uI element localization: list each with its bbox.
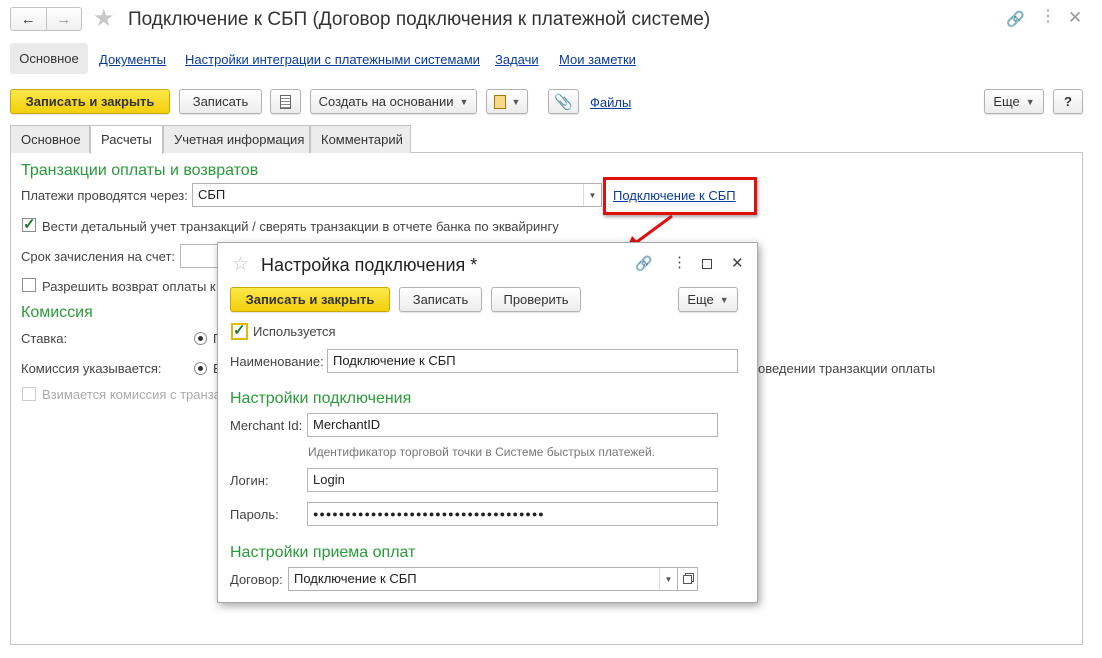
- detailed-accounting-checkbox[interactable]: ✓: [22, 216, 36, 233]
- nav-tab-main[interactable]: Основное: [10, 43, 88, 74]
- detailed-accounting-label: Вести детальный учет транзакций / сверят…: [42, 219, 559, 234]
- dropdown-icon: ▼: [719, 294, 729, 305]
- password-label: Пароль:: [230, 507, 279, 522]
- open-icon[interactable]: [678, 567, 698, 591]
- save-button[interactable]: Записать: [179, 89, 262, 114]
- used-checkbox[interactable]: ✓: [231, 322, 248, 340]
- star-icon[interactable]: ☆: [232, 253, 249, 276]
- tab-accounting[interactable]: Учетная информация: [163, 125, 310, 153]
- kebab-icon[interactable]: ⋮: [672, 255, 687, 270]
- login-field[interactable]: Login: [307, 468, 718, 492]
- contract-field[interactable]: Подключение к СБП ▼: [288, 567, 678, 591]
- credit-term-label: Срок зачисления на счет:: [21, 249, 176, 264]
- dialog-more-label: Еще: [687, 292, 714, 307]
- more-label: Еще: [993, 94, 1020, 109]
- merchant-field[interactable]: MerchantID: [307, 413, 718, 437]
- close-icon[interactable]: ✕: [1068, 8, 1082, 28]
- nav-tab-tasks[interactable]: Задачи: [495, 52, 539, 67]
- rate-radio[interactable]: [194, 332, 207, 345]
- create-based-label: Создать на основании: [318, 94, 454, 109]
- back-forward-group: ← →: [10, 7, 82, 31]
- contract-value: Подключение к СБП: [294, 571, 417, 586]
- merchant-hint: Идентификатор торговой точки в Системе б…: [308, 445, 655, 459]
- dropdown-icon: ▼: [459, 96, 469, 107]
- tab-calculations[interactable]: Расчеты: [90, 125, 163, 154]
- copy-glyph: [493, 94, 506, 109]
- nav-tab-documents[interactable]: Документы: [99, 52, 166, 67]
- connection-dialog: ☆ Настройка подключения * 🔗 ⋮ ✕ Записать…: [217, 242, 758, 603]
- payments-via-field[interactable]: СБП ▼: [192, 183, 602, 207]
- payments-via-value: СБП: [198, 187, 226, 202]
- files-link[interactable]: Файлы: [590, 95, 631, 110]
- allow-refund-label: Разрешить возврат оплаты к: [42, 279, 216, 294]
- report-icon[interactable]: [270, 89, 301, 114]
- help-button[interactable]: ?: [1053, 89, 1083, 114]
- name-label: Наименование:: [230, 354, 324, 369]
- dialog-save-button[interactable]: Записать: [399, 287, 482, 312]
- dropdown-icon[interactable]: ▼: [583, 184, 601, 206]
- save-close-button[interactable]: Записать и закрыть: [10, 89, 170, 114]
- section-commission: Комиссия: [21, 304, 93, 321]
- copy-icon[interactable]: ▼: [486, 89, 528, 114]
- kebab-icon[interactable]: ⋮: [1040, 9, 1056, 25]
- link-icon[interactable]: 🔗: [635, 255, 652, 272]
- nav-tab-main-label: Основное: [19, 51, 79, 66]
- dropdown-icon: ▼: [511, 96, 521, 107]
- used-label: Используется: [253, 324, 336, 339]
- section-connection: Настройки подключения: [230, 390, 412, 407]
- commission-shown-radio[interactable]: [194, 362, 207, 375]
- dialog-more-button[interactable]: Еще ▼: [678, 287, 738, 312]
- close-icon[interactable]: ✕: [731, 254, 744, 272]
- check-icon: ✓: [23, 216, 36, 233]
- nav-tab-integration[interactable]: Настройки интеграции с платежными систем…: [185, 52, 480, 67]
- allow-refund-checkbox[interactable]: [22, 278, 36, 292]
- commission-tail: оведении транзакции оплаты: [758, 361, 936, 376]
- contract-label: Договор:: [230, 572, 283, 587]
- commission-charged-checkbox[interactable]: [22, 387, 36, 401]
- login-label: Логин:: [230, 473, 269, 488]
- check-icon: ✓: [233, 322, 246, 339]
- paperclip-icon[interactable]: 📎: [548, 89, 579, 114]
- dropdown-icon: ▼: [1025, 96, 1035, 107]
- nav-tab-notes[interactable]: Мои заметки: [559, 52, 636, 67]
- open-glyph: [683, 574, 692, 584]
- name-field[interactable]: Подключение к СБП: [327, 349, 738, 373]
- dropdown-icon[interactable]: ▼: [659, 568, 677, 590]
- report-glyph: [280, 94, 291, 109]
- maximize-icon[interactable]: [702, 259, 712, 269]
- rate-label: Ставка:: [21, 331, 68, 346]
- tab-main[interactable]: Основное: [10, 125, 90, 153]
- dialog-title: Настройка подключения *: [261, 255, 478, 275]
- credit-term-field[interactable]: [180, 244, 220, 268]
- star-icon[interactable]: ★: [93, 4, 115, 33]
- link-icon[interactable]: 🔗: [1006, 10, 1025, 28]
- password-field[interactable]: ●●●●●●●●●●●●●●●●●●●●●●●●●●●●●●●●●●●●: [307, 502, 718, 526]
- forward-icon[interactable]: →: [47, 8, 82, 30]
- merchant-label: Merchant Id:: [230, 418, 303, 433]
- connection-link[interactable]: Подключение к СБП: [613, 188, 736, 203]
- window-title: Подключение к СБП (Договор подключения к…: [128, 9, 711, 30]
- section-transactions: Транзакции оплаты и возвратов: [21, 162, 259, 179]
- back-icon[interactable]: ←: [11, 8, 47, 30]
- dialog-check-button[interactable]: Проверить: [491, 287, 581, 312]
- commission-charged-label: Взимается комиссия с транза: [42, 387, 221, 402]
- more-button[interactable]: Еще ▼: [984, 89, 1044, 114]
- create-based-button[interactable]: Создать на основании ▼: [310, 89, 477, 114]
- tab-comment[interactable]: Комментарий: [310, 125, 411, 153]
- section-payments: Настройки приема оплат: [230, 544, 416, 561]
- commission-shown-label: Комиссия указывается:: [21, 361, 162, 376]
- payments-via-label: Платежи проводятся через:: [21, 188, 188, 203]
- dialog-save-close-button[interactable]: Записать и закрыть: [230, 287, 390, 312]
